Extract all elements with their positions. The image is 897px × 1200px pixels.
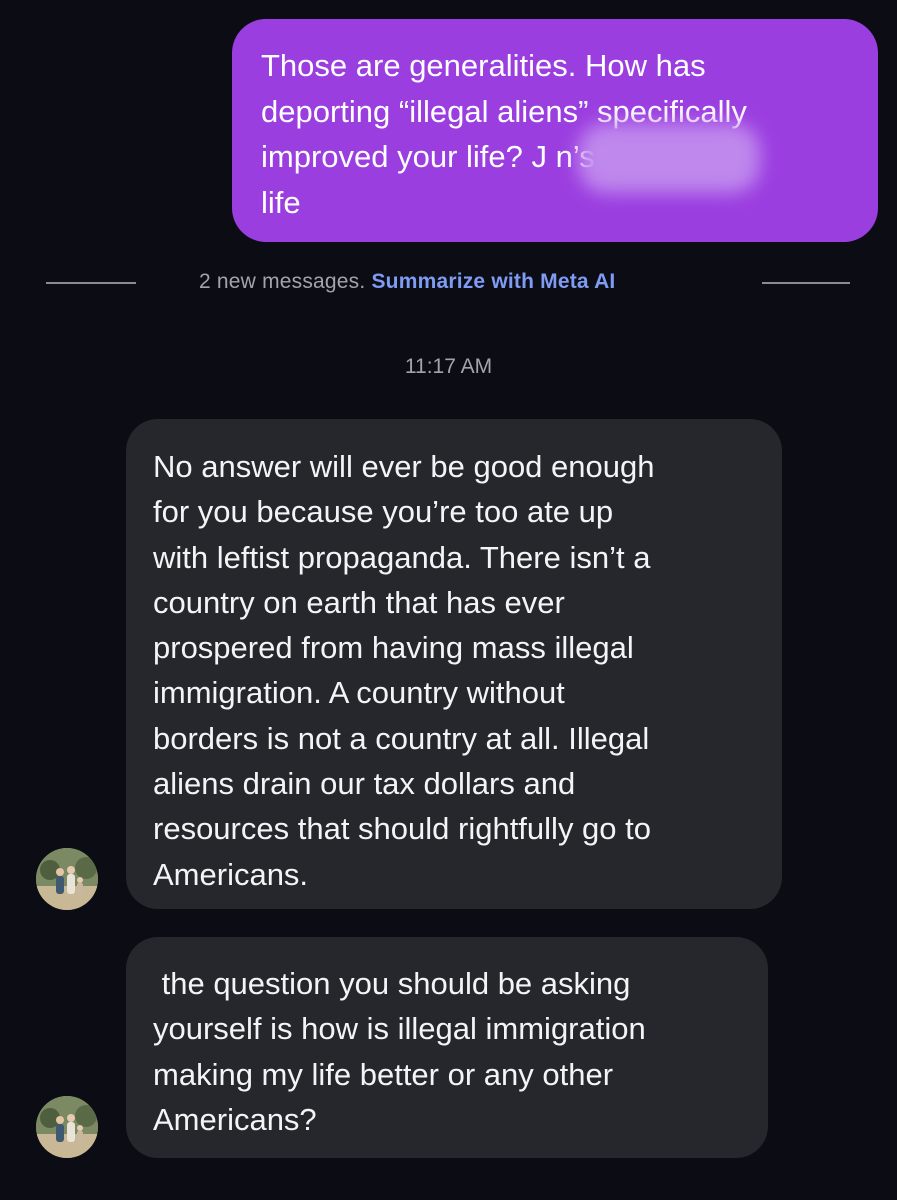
sender-avatar[interactable] (36, 1096, 98, 1158)
message-text-line: making my life better or any other (153, 1056, 614, 1092)
message-timestamp: 11:17 AM (404, 355, 493, 378)
message-text-line: deporting “illegal aliens” specifically (261, 93, 747, 129)
profile-photo-icon (36, 848, 98, 910)
summarize-with-meta-ai-link[interactable]: Summarize with Meta AI (371, 270, 615, 293)
message-text-line: resources that should rightfully go to (153, 811, 651, 847)
message-text-line: Americans? (153, 1101, 317, 1137)
divider-line-left (46, 282, 136, 284)
sender-avatar[interactable] (36, 848, 98, 910)
message-text-line: Americans. (153, 856, 309, 892)
new-messages-count-text: 2 new messages. (199, 270, 366, 293)
message-text-line: the question you should be asking (153, 966, 631, 1001)
message-text-line: for you because you’re too ate up (153, 494, 614, 530)
profile-photo-icon (36, 1096, 98, 1158)
message-text-line: country on earth that has ever (153, 584, 565, 620)
sent-message-bubble[interactable]: Those are generalities. How has deportin… (232, 19, 878, 242)
message-text-line: borders is not a country at all. Illegal (153, 720, 650, 756)
message-text-line: Those are generalities. How has (261, 48, 706, 83)
received-message-bubble[interactable]: the question you should be asking yourse… (126, 937, 768, 1158)
received-message-bubble[interactable]: No answer will ever be good enough for y… (126, 419, 782, 909)
message-text-line: with leftist propaganda. There isn’t a (153, 539, 651, 575)
message-text-line: aliens drain our tax dollars and (153, 766, 576, 802)
divider-line-right (762, 282, 850, 284)
redaction-blur (578, 123, 760, 193)
message-text-line: immigration. A country without (153, 675, 565, 711)
message-text-line: yourself is how is illegal immigration (153, 1011, 646, 1047)
new-messages-notice: 2 new messages. Summarize with Meta AI (199, 270, 615, 294)
message-text-line: improved your life? J n’s (261, 139, 595, 174)
message-text-line: No answer will ever be good enough (153, 449, 655, 484)
message-text-line: life (261, 184, 301, 220)
message-text-line: prospered from having mass illegal (153, 630, 634, 666)
new-messages-divider: 2 new messages. Summarize with Meta AI (0, 263, 897, 303)
